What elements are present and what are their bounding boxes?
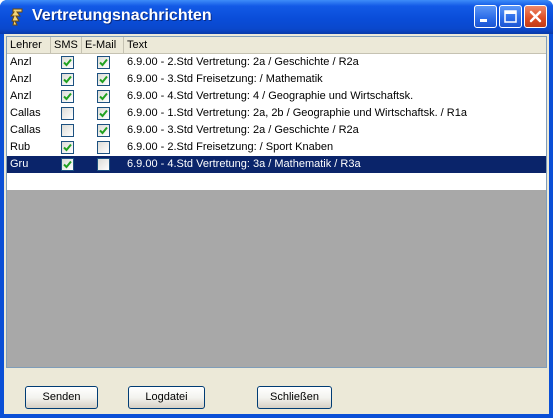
message-text-cell: 6.9.00 - 3.Std Freisetzung: / Mathematik bbox=[127, 73, 323, 85]
column-header-sms[interactable]: SMS bbox=[51, 37, 82, 53]
logfile-button[interactable]: Logdatei bbox=[128, 386, 205, 409]
send-button[interactable]: Senden bbox=[25, 386, 98, 409]
sms-checkbox[interactable] bbox=[61, 107, 74, 120]
teacher-cell: Anzl bbox=[10, 56, 32, 68]
email-checkbox[interactable] bbox=[97, 73, 110, 86]
message-text-cell: 6.9.00 - 2.Std Freisetzung: / Sport Knab… bbox=[127, 141, 334, 153]
email-checkbox[interactable] bbox=[97, 90, 110, 103]
teacher-cell: Anzl bbox=[10, 90, 32, 102]
sms-checkbox[interactable] bbox=[61, 141, 74, 154]
list-item[interactable]: Anzl 6.9.00 - 2.Std Vertretung: 2a / Gesc… bbox=[7, 54, 546, 71]
sms-checkbox[interactable] bbox=[61, 124, 74, 137]
list-item[interactable]: Gru 6.9.00 - 4.Std Vertretung: 3a / Mathe… bbox=[7, 156, 546, 173]
list-item[interactable]: Callas 6.9.00 - 3.Std Vertretung: 2a / Ge… bbox=[7, 122, 546, 139]
window-title: Vertretungsnachrichten bbox=[32, 7, 212, 24]
sms-checkbox[interactable] bbox=[61, 90, 74, 103]
close-icon bbox=[529, 10, 542, 23]
minimize-icon bbox=[480, 19, 487, 22]
app-icon bbox=[10, 8, 23, 26]
column-header-lehrer[interactable]: Lehrer bbox=[7, 37, 51, 53]
title-bar[interactable]: Vertretungsnachrichten bbox=[0, 0, 553, 34]
list-header: Lehrer SMS E-Mail Text bbox=[7, 37, 546, 54]
email-checkbox[interactable] bbox=[97, 124, 110, 137]
checkmark-icon bbox=[99, 109, 108, 118]
checkmark-icon bbox=[99, 75, 108, 84]
sms-checkbox[interactable] bbox=[61, 73, 74, 86]
minimize-button[interactable] bbox=[474, 5, 497, 28]
checkmark-icon bbox=[99, 58, 108, 67]
checkmark-icon bbox=[99, 126, 108, 135]
column-header-email[interactable]: E-Mail bbox=[82, 37, 124, 53]
window-client-area: Lehrer SMS E-Mail Text Anzl 6.9.00 - 2.St… bbox=[4, 34, 549, 414]
maximize-button[interactable] bbox=[499, 5, 522, 28]
list-item[interactable]: Anzl 6.9.00 - 4.Std Vertretung: 4 / Geogr… bbox=[7, 88, 546, 105]
message-text-cell: 6.9.00 - 4.Std Vertretung: 3a / Mathemat… bbox=[127, 158, 361, 170]
message-text-cell: 6.9.00 - 4.Std Vertretung: 4 / Geographi… bbox=[127, 90, 414, 102]
app-window: Vertretungsnachrichten Lehrer SMS E-Mail bbox=[0, 0, 553, 418]
close-button[interactable]: Schließen bbox=[257, 386, 332, 409]
teacher-cell: Callas bbox=[10, 107, 41, 119]
message-text-cell: 6.9.00 - 3.Std Vertretung: 2a / Geschich… bbox=[127, 124, 359, 136]
teacher-cell: Rub bbox=[10, 141, 31, 153]
checkmark-icon bbox=[63, 58, 72, 67]
column-header-text[interactable]: Text bbox=[124, 37, 546, 53]
list-rows: Anzl 6.9.00 - 2.Std Vertretung: 2a / Gesc… bbox=[7, 54, 546, 190]
message-text-cell: 6.9.00 - 2.Std Vertretung: 2a / Geschich… bbox=[127, 56, 359, 68]
email-checkbox[interactable] bbox=[97, 56, 110, 69]
list-item[interactable]: Callas 6.9.00 - 1.Std Vertretung: 2a, 2b … bbox=[7, 105, 546, 122]
teacher-cell: Callas bbox=[10, 124, 41, 136]
message-text-cell: 6.9.00 - 1.Std Vertretung: 2a, 2b / Geog… bbox=[127, 107, 467, 119]
message-list[interactable]: Lehrer SMS E-Mail Text Anzl 6.9.00 - 2.St… bbox=[6, 36, 547, 368]
email-checkbox[interactable] bbox=[97, 107, 110, 120]
sms-checkbox[interactable] bbox=[61, 158, 74, 171]
checkmark-icon bbox=[63, 75, 72, 84]
email-checkbox[interactable] bbox=[97, 141, 110, 154]
teacher-cell: Anzl bbox=[10, 73, 32, 85]
sms-checkbox[interactable] bbox=[61, 56, 74, 69]
checkmark-icon bbox=[63, 143, 72, 152]
email-checkbox[interactable] bbox=[97, 158, 110, 171]
teacher-cell: Gru bbox=[10, 158, 29, 170]
list-item[interactable]: Anzl 6.9.00 - 3.Std Freisetzung: / Mathem… bbox=[7, 71, 546, 88]
list-item[interactable]: Rub 6.9.00 - 2.Std Freisetzung: / Sport K… bbox=[7, 139, 546, 156]
checkmark-icon bbox=[99, 92, 108, 101]
maximize-icon bbox=[504, 10, 517, 23]
checkmark-icon bbox=[63, 160, 72, 169]
checkmark-icon bbox=[63, 92, 72, 101]
close-window-button[interactable] bbox=[524, 5, 547, 28]
